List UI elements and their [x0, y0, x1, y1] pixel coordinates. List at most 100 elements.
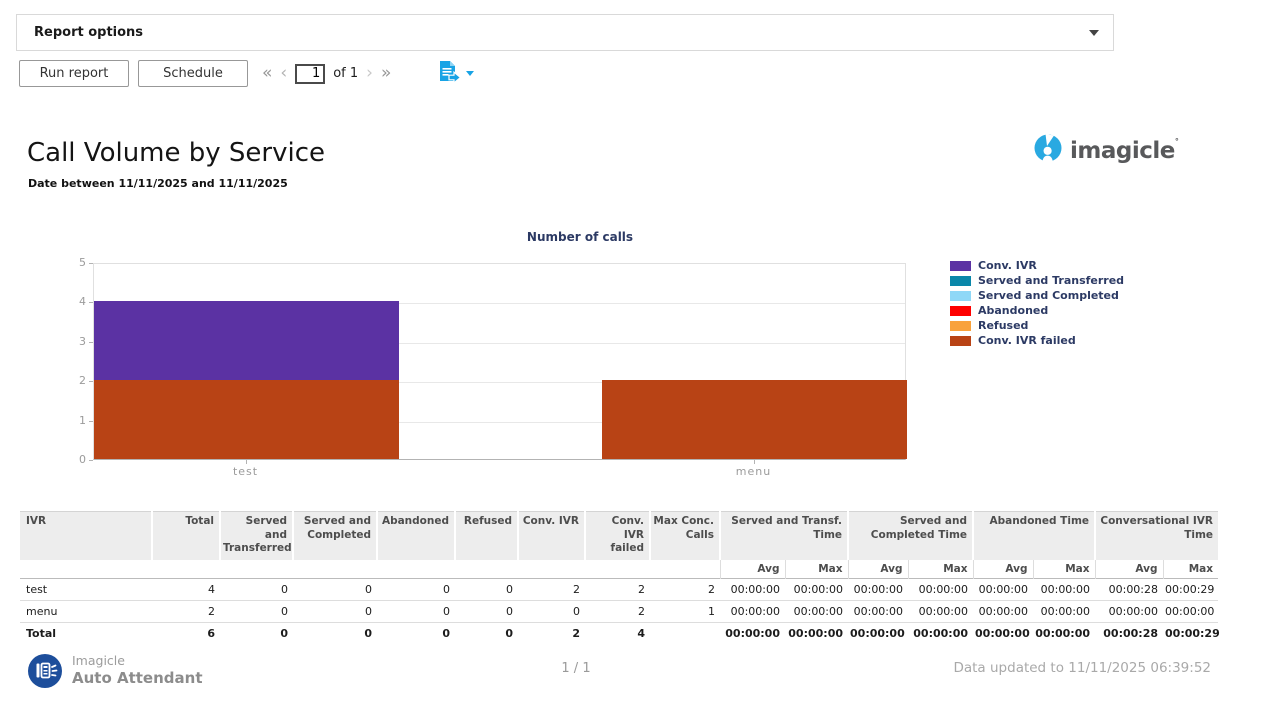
legend-swatch [950, 261, 971, 271]
table-cell: 4 [152, 579, 220, 601]
table-row: test4000022200:00:0000:00:0000:00:0000:0… [20, 579, 1218, 601]
column-header: Served and Completed [293, 512, 377, 560]
chevron-down-icon[interactable] [1089, 30, 1099, 36]
subcolumn-header: Avg [973, 560, 1033, 579]
legend-item: Conv. IVR failed [950, 335, 1124, 346]
column-header: Served and Transferred [220, 512, 293, 560]
chart-plot-area [93, 263, 906, 460]
table-cell: 0 [518, 601, 585, 623]
next-page-button[interactable]: › [366, 60, 373, 87]
legend-swatch [950, 306, 971, 316]
table-cell: 0 [455, 601, 518, 623]
subheader-spacer [20, 560, 720, 579]
table-total-cell: 00:00:29 [1163, 623, 1218, 645]
column-group-header: Served and Completed Time [848, 512, 973, 560]
table-total-cell: 00:00:00 [848, 623, 908, 645]
report-page: Report options Run report Schedule « ‹ o… [0, 0, 1263, 716]
report-options-label: Report options [34, 25, 143, 40]
table-total-cell: 0 [377, 623, 455, 645]
legend-label: Served and Completed [978, 289, 1119, 302]
subcolumn-header: Avg [848, 560, 908, 579]
legend-item: Abandoned [950, 305, 1124, 316]
page-number-input[interactable] [295, 64, 325, 84]
table-total-row: Total600002400:00:0000:00:0000:00:0000:0… [20, 623, 1218, 645]
table-cell: 00:00:28 [1095, 579, 1163, 601]
y-tick-mark [89, 460, 93, 461]
imagicle-brand: imagicle° [1034, 134, 1178, 166]
subcolumn-header: Max [785, 560, 848, 579]
footer-brand-top: Imagicle [72, 653, 203, 668]
subcolumn-header: Max [1163, 560, 1218, 579]
pagination: « ‹ of 1 › » [262, 60, 391, 87]
x-tick-label: menu [694, 465, 814, 478]
table-row: menu2000002100:00:0000:00:0000:00:0000:0… [20, 601, 1218, 623]
column-header: Conv. IVR [518, 512, 585, 560]
table-total-cell: Total [20, 623, 152, 645]
table-cell: 0 [220, 579, 293, 601]
y-tick-label: 3 [60, 335, 86, 348]
column-header: Max Conc. Calls [650, 512, 720, 560]
y-tick-mark [89, 302, 93, 303]
previous-page-button[interactable]: ‹ [280, 60, 287, 87]
first-page-button[interactable]: « [262, 60, 272, 87]
report-table-header: IVRTotalServed and TransferredServed and… [20, 512, 1218, 579]
report-options-bar[interactable]: Report options [16, 14, 1114, 51]
table-cell: 0 [293, 601, 377, 623]
table-cell: menu [20, 601, 152, 623]
y-tick-mark [89, 421, 93, 422]
y-tick-label: 5 [60, 256, 86, 269]
table-total-cell: 2 [518, 623, 585, 645]
footer-updated-timestamp: Data updated to 11/11/2025 06:39:52 [953, 660, 1211, 676]
x-tick-mark [246, 460, 247, 464]
table-cell: 00:00:00 [908, 579, 973, 601]
legend-swatch [950, 336, 971, 346]
table-cell: 00:00:00 [973, 601, 1033, 623]
table-cell: 00:00:00 [1163, 601, 1218, 623]
brand-wordmark: imagicle° [1070, 137, 1178, 164]
legend-label: Served and Transferred [978, 274, 1124, 287]
last-page-button[interactable]: » [381, 60, 391, 87]
footer-brand-bottom: Auto Attendant [72, 669, 203, 687]
table-total-cell: 00:00:28 [1095, 623, 1163, 645]
table-cell: 2 [585, 579, 650, 601]
table-total-cell: 4 [585, 623, 650, 645]
legend-item: Conv. IVR [950, 260, 1124, 271]
table-cell: 00:00:00 [1095, 601, 1163, 623]
export-dropdown-caret-icon[interactable] [466, 71, 474, 76]
x-tick-label: test [186, 465, 306, 478]
table-cell: 0 [377, 601, 455, 623]
export-report-icon [437, 60, 461, 88]
y-tick-mark [89, 263, 93, 264]
x-tick-mark [754, 460, 755, 464]
column-group-header: Served and Transf. Time [720, 512, 848, 560]
y-tick-label: 2 [60, 374, 86, 387]
table-cell: 0 [455, 579, 518, 601]
legend-item: Served and Completed [950, 290, 1124, 301]
y-tick-label: 4 [60, 295, 86, 308]
schedule-button[interactable]: Schedule [138, 60, 248, 87]
column-header: Abandoned [377, 512, 455, 560]
table-cell: test [20, 579, 152, 601]
legend-swatch [950, 276, 971, 286]
table-cell: 00:00:00 [1033, 579, 1095, 601]
table-cell: 0 [293, 579, 377, 601]
table-total-cell: 00:00:00 [785, 623, 848, 645]
table-total-cell: 00:00:00 [720, 623, 785, 645]
table-cell: 00:00:00 [1033, 601, 1095, 623]
legend-item: Refused [950, 320, 1124, 331]
y-tick-label: 1 [60, 414, 86, 427]
page-title: Call Volume by Service [27, 138, 325, 168]
export-button[interactable] [437, 60, 474, 87]
table-total-cell: 0 [220, 623, 293, 645]
column-header: Total [152, 512, 220, 560]
table-cell: 00:00:00 [720, 579, 785, 601]
y-tick-label: 0 [60, 453, 86, 466]
chart-title: Number of calls [430, 230, 730, 244]
legend-label: Abandoned [978, 304, 1048, 317]
table-cell: 00:00:00 [785, 579, 848, 601]
table-cell: 00:00:00 [848, 579, 908, 601]
table-total-cell [650, 623, 720, 645]
run-report-button[interactable]: Run report [19, 60, 129, 87]
table-total-cell: 00:00:00 [1033, 623, 1095, 645]
table-cell: 00:00:00 [973, 579, 1033, 601]
